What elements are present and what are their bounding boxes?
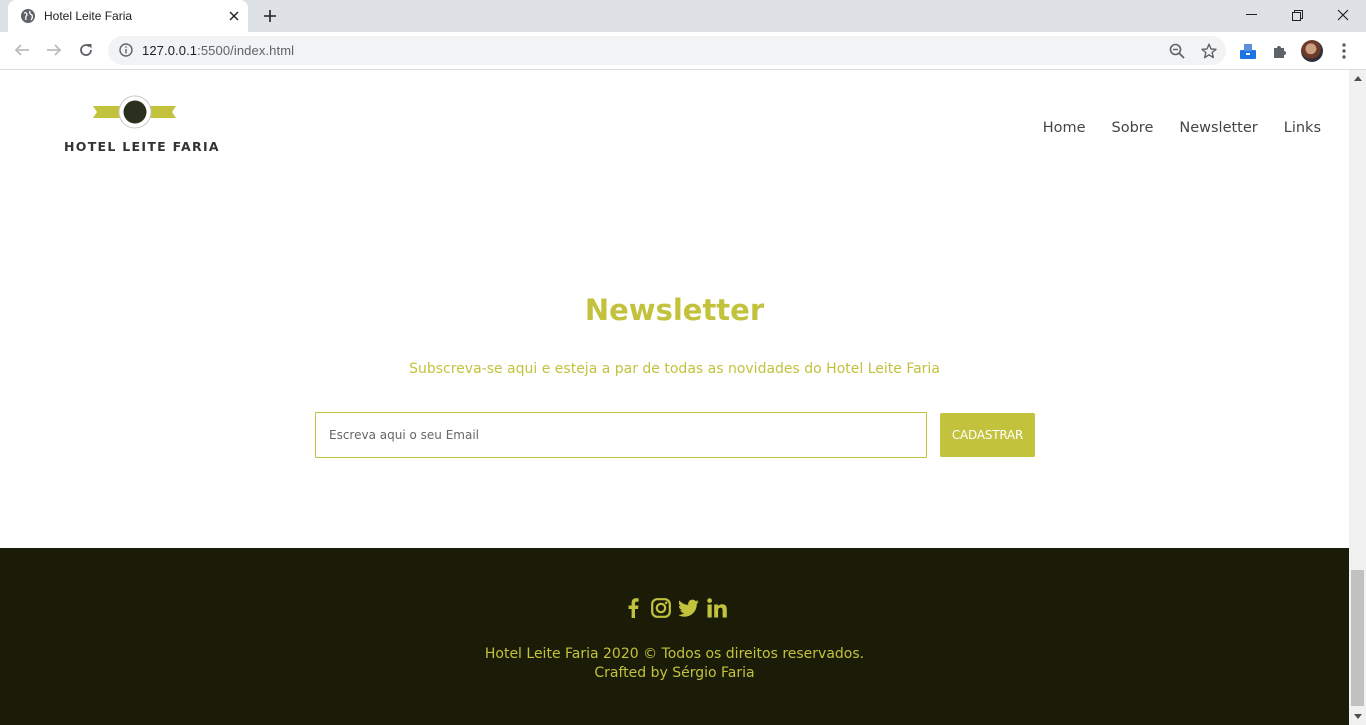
puzzle-extensions-icon[interactable] xyxy=(1269,40,1291,62)
credit-text: Crafted by Sérgio Faria xyxy=(594,665,755,681)
page-viewport: HOTEL LEITE FARIA Home Sobre Newsletter … xyxy=(0,70,1349,725)
close-tab-icon[interactable] xyxy=(220,2,248,30)
cadastrar-button[interactable]: CADASTRAR xyxy=(940,413,1035,457)
instagram-icon[interactable] xyxy=(650,597,671,619)
site-footer: Hotel Leite Faria 2020 © Todos os direit… xyxy=(0,548,1349,725)
newsletter-subtitle: Subscreva-se aqui e esteja a par de toda… xyxy=(409,361,940,377)
url-host: 127.0.0.1 xyxy=(142,43,198,58)
site-logo[interactable]: HOTEL LEITE FARIA xyxy=(64,95,220,157)
linkedin-icon[interactable] xyxy=(706,597,727,619)
close-window-icon[interactable] xyxy=(1320,0,1366,30)
main-nav: Home Sobre Newsletter Links xyxy=(1043,120,1321,136)
site-header: HOTEL LEITE FARIA Home Sobre Newsletter … xyxy=(0,70,1349,190)
scrollbar-thumb[interactable] xyxy=(1351,570,1364,706)
url-path: :5500/index.html xyxy=(197,43,295,58)
scroll-down-arrow-icon[interactable] xyxy=(1349,708,1366,725)
nav-link-sobre[interactable]: Sobre xyxy=(1112,120,1154,136)
new-tab-icon[interactable] xyxy=(257,4,283,28)
scroll-up-arrow-icon[interactable] xyxy=(1349,70,1366,87)
tab-title: Hotel Leite Faria xyxy=(44,9,133,23)
reload-icon[interactable] xyxy=(72,36,100,64)
browser-tab-strip: Hotel Leite Faria xyxy=(0,0,1366,32)
social-links xyxy=(0,597,1349,619)
forward-arrow-icon[interactable] xyxy=(40,36,68,64)
back-arrow-icon[interactable] xyxy=(8,36,36,64)
logo-text: HOTEL LEITE FARIA xyxy=(64,139,220,154)
address-bar[interactable]: 127.0.0.1:5500/index.html xyxy=(108,36,1226,65)
nav-link-newsletter[interactable]: Newsletter xyxy=(1179,120,1257,136)
logo-emblem-icon xyxy=(93,95,176,129)
email-input[interactable] xyxy=(315,412,927,458)
profile-avatar[interactable] xyxy=(1301,40,1323,62)
nav-link-links[interactable]: Links xyxy=(1284,120,1321,136)
page-scrollbar[interactable] xyxy=(1349,70,1366,725)
restore-icon[interactable] xyxy=(1274,0,1320,30)
newsletter-title: Newsletter xyxy=(584,293,765,327)
twitter-icon[interactable] xyxy=(678,597,699,619)
extension-icon[interactable] xyxy=(1237,40,1259,62)
facebook-icon[interactable] xyxy=(623,597,643,619)
info-icon[interactable] xyxy=(118,42,134,58)
nav-link-home[interactable]: Home xyxy=(1043,120,1086,136)
zoom-icon[interactable] xyxy=(1168,42,1186,60)
minimize-icon[interactable] xyxy=(1228,0,1274,30)
browser-toolbar: 127.0.0.1:5500/index.html xyxy=(0,32,1366,70)
browser-tab[interactable]: Hotel Leite Faria xyxy=(8,0,248,32)
globe-icon xyxy=(20,8,36,24)
url-text: 127.0.0.1:5500/index.html xyxy=(142,43,294,58)
bookmark-star-icon[interactable] xyxy=(1200,42,1218,60)
footer-copyright: Hotel Leite Faria 2020 © Todos os direit… xyxy=(0,645,1349,683)
copyright-text: Hotel Leite Faria 2020 © Todos os direit… xyxy=(484,646,865,662)
menu-kebab-icon[interactable] xyxy=(1333,40,1355,62)
